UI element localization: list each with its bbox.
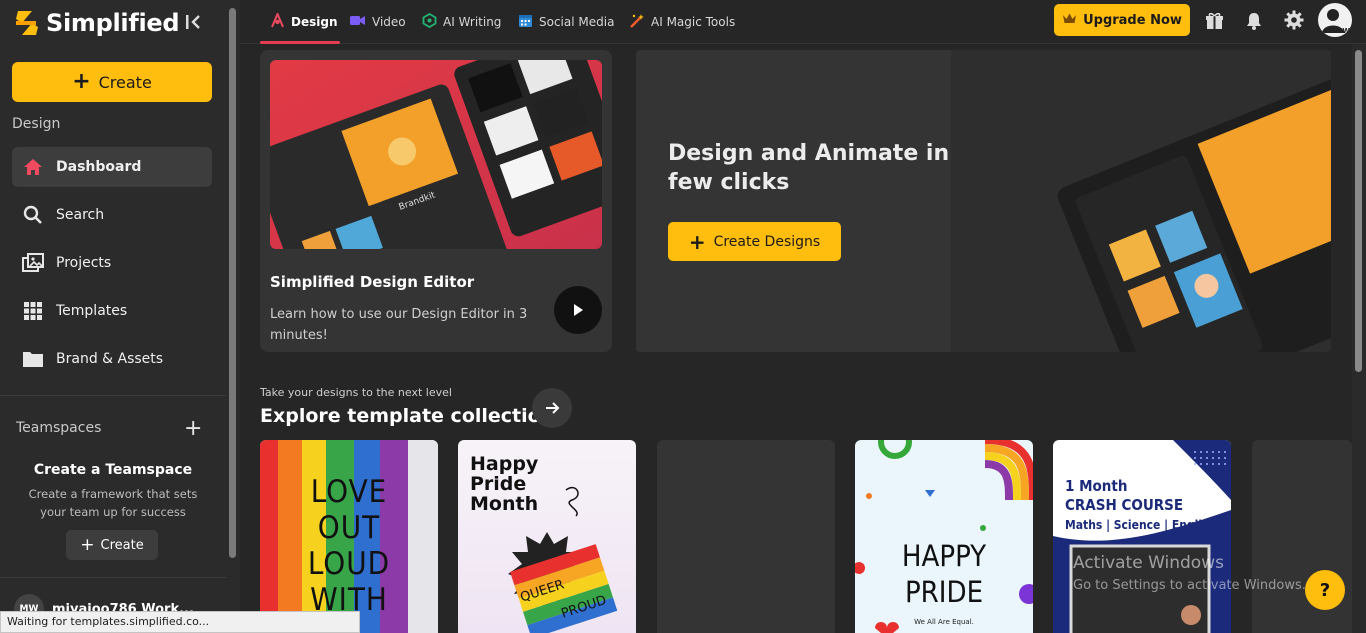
brand-name: Simplified	[46, 9, 180, 37]
tab-social-media[interactable]: Social Media	[518, 0, 614, 44]
top-navigation	[240, 0, 1366, 44]
plus-icon: +	[72, 69, 91, 94]
template-text-line: PRIDE	[904, 575, 984, 609]
editor-card-title: Simplified Design Editor	[270, 273, 475, 291]
magic-wand-icon	[629, 13, 645, 32]
tab-label: Video	[372, 15, 406, 29]
tab-label: AI Magic Tools	[651, 15, 736, 29]
design-section-label: Design	[12, 116, 61, 132]
tab-ai-magic-tools[interactable]: AI Magic Tools	[629, 0, 735, 44]
hero-banner: Design and Animate in few clicks + Creat…	[636, 50, 1331, 352]
grid-icon	[22, 300, 44, 322]
tab-video[interactable]: Video	[349, 0, 406, 44]
active-tab-indicator	[260, 41, 340, 44]
search-icon	[22, 204, 44, 226]
avatar-initials: MW	[1335, 27, 1350, 35]
projects-icon	[22, 252, 44, 274]
tab-design[interactable]: Design	[270, 0, 338, 44]
sidebar-item-label: Templates	[56, 303, 128, 319]
sidebar-item-dashboard[interactable]: Dashboard	[12, 147, 212, 187]
ai-writing-icon	[422, 12, 437, 31]
collapse-sidebar-icon[interactable]	[184, 12, 204, 34]
teamspaces-label: Teamspaces	[16, 420, 102, 436]
teamspace-description: Create a framework that sets your team u…	[28, 487, 198, 519]
hero-title: Design and Animate in few clicks	[668, 141, 950, 195]
folder-icon	[22, 348, 44, 370]
teamspace-create-label: Create	[100, 537, 144, 553]
hero-background-art	[951, 50, 1331, 352]
brand-logo[interactable]: Simplified	[14, 8, 180, 38]
upgrade-label: Upgrade Now	[1083, 12, 1182, 28]
template-footer-text: We All Are Equal.	[914, 618, 974, 626]
tab-ai-writing[interactable]: AI Writing	[422, 0, 501, 44]
explore-subtitle: Take your designs to the next level	[260, 386, 452, 399]
simplified-logo-icon	[16, 11, 38, 35]
create-designs-label: Create Designs	[713, 233, 821, 250]
sidebar-divider	[0, 577, 226, 578]
arrow-right-icon	[546, 402, 560, 414]
browser-status-bar: Waiting for templates.simplified.co...	[0, 611, 360, 633]
crown-icon	[1062, 12, 1077, 28]
template-text-line: Maths | Science | English	[1065, 518, 1217, 532]
editor-card-description: Learn how to use our Design Editor in 3 …	[270, 307, 528, 343]
sidebar-item-brand-assets[interactable]: Brand & Assets	[12, 339, 212, 379]
create-button-label: Create	[98, 72, 152, 92]
course-banner-art	[1053, 440, 1231, 633]
template-card[interactable]: 1 Month CRASH COURSE Maths | Science | E…	[1053, 440, 1231, 633]
template-card[interactable]: LOVE OUT LOUD WITH	[260, 440, 438, 633]
sidebar-item-label: Search	[56, 207, 105, 223]
design-editor-card[interactable]: Brandkit Simplified Design Editor Learn …	[260, 50, 612, 352]
teamspace-title: Create a Teamspace	[33, 462, 193, 478]
template-card[interactable]: HAPPY PRIDE We All Are Equal.	[855, 440, 1033, 633]
sidebar-scrollbar-thumb[interactable]	[229, 8, 236, 558]
main-scrollbar-thumb[interactable]	[1355, 50, 1362, 372]
template-text-line: OUT	[317, 510, 381, 546]
design-editor-thumbnail[interactable]: Brandkit	[270, 60, 602, 249]
play-icon	[574, 304, 583, 316]
explore-title: Explore template collection	[260, 405, 555, 427]
sidebar: Simplified + Create Design Dashboard Sea…	[0, 0, 226, 633]
sidebar-item-search[interactable]: Search	[12, 195, 212, 235]
explore-arrow-button[interactable]	[532, 388, 572, 428]
user-avatar[interactable]: MW	[1318, 3, 1352, 37]
template-text-line: LOUD	[307, 546, 391, 582]
plus-icon: +	[80, 535, 95, 555]
tab-label: Design	[291, 15, 338, 29]
activate-windows-title: Activate Windows	[1073, 553, 1224, 573]
template-card[interactable]: Happy Pride Month QUEER PROUD	[458, 440, 636, 633]
add-teamspace-icon[interactable]: +	[184, 416, 202, 441]
video-icon	[349, 14, 366, 30]
template-text-line: CRASH COURSE	[1065, 496, 1184, 514]
template-text-line: 1 Month	[1065, 477, 1128, 495]
tab-label: Social Media	[539, 15, 615, 29]
tab-label: AI Writing	[443, 15, 502, 29]
sidebar-item-templates[interactable]: Templates	[12, 291, 212, 331]
sidebar-item-label: Dashboard	[56, 159, 142, 175]
design-icon	[270, 11, 285, 31]
sidebar-item-label: Brand & Assets	[56, 351, 164, 367]
create-designs-button[interactable]: + Create Designs	[668, 222, 841, 261]
plus-icon: +	[688, 229, 706, 254]
gift-icon[interactable]	[1203, 9, 1225, 31]
home-icon	[22, 156, 44, 178]
sidebar-item-label: Projects	[56, 255, 112, 271]
teamspace-create-button[interactable]: + Create	[66, 530, 158, 560]
template-text-line: LOVE	[310, 474, 388, 510]
create-button[interactable]: + Create	[12, 62, 212, 102]
sidebar-divider	[0, 395, 226, 396]
calendar-icon	[518, 13, 533, 31]
sidebar-item-projects[interactable]: Projects	[12, 243, 212, 283]
template-card-loading[interactable]	[657, 440, 835, 633]
bell-icon[interactable]	[1243, 9, 1265, 31]
settings-gear-icon[interactable]	[1283, 9, 1305, 31]
activate-windows-subtitle: Go to Settings to activate Windows.	[1073, 578, 1306, 593]
upgrade-now-button[interactable]: Upgrade Now	[1054, 4, 1190, 36]
template-text-line: HAPPY	[901, 539, 987, 573]
pride-flag-art: QUEER PROUD	[508, 486, 618, 633]
play-video-button[interactable]	[554, 286, 602, 334]
help-button[interactable]: ?	[1305, 570, 1345, 610]
